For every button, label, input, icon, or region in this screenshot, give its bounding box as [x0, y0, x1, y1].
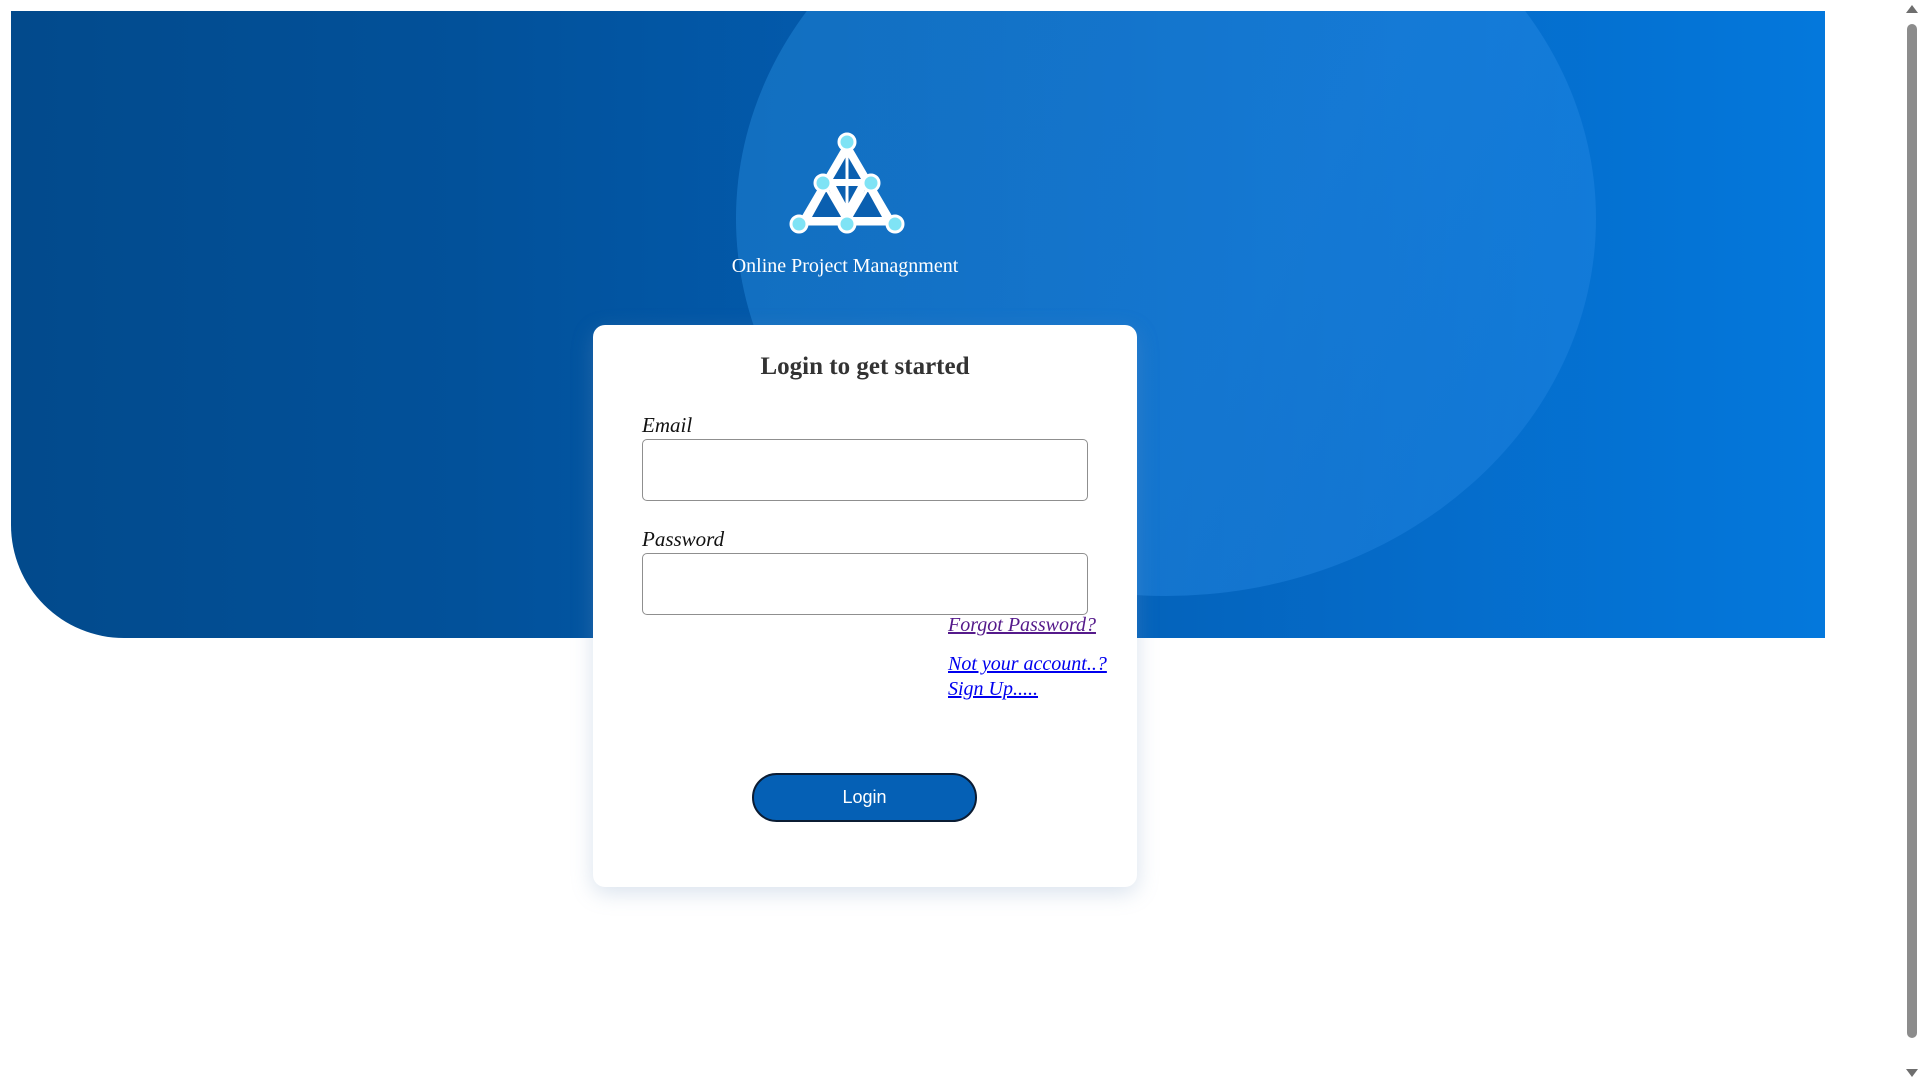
network-triangle-logo-icon — [789, 132, 905, 234]
password-field[interactable] — [642, 553, 1088, 615]
scrollbar-thumb[interactable] — [1907, 24, 1917, 1038]
login-heading: Login to get started — [760, 353, 970, 380]
email-field[interactable] — [642, 439, 1088, 501]
sign-up-link[interactable]: Sign Up..... — [948, 678, 1038, 701]
scroll-down-arrow-icon[interactable] — [1906, 1069, 1918, 1077]
app-title: Online Project Managnment — [731, 255, 959, 277]
not-your-account-link[interactable]: Not your account..? — [948, 653, 1107, 676]
password-label: Password — [642, 527, 725, 551]
vertical-scrollbar[interactable] — [1903, 0, 1920, 1080]
logo-icon — [782, 128, 912, 238]
scroll-up-arrow-icon[interactable] — [1906, 5, 1918, 13]
email-label: Email — [642, 413, 693, 437]
login-card: Login to get started Email Password Forg… — [593, 325, 1137, 887]
forgot-password-link[interactable]: Forgot Password? — [948, 614, 1096, 637]
login-button[interactable]: Login — [752, 773, 977, 822]
login-page: Online Project Managnment Login to get s… — [0, 0, 1920, 1080]
